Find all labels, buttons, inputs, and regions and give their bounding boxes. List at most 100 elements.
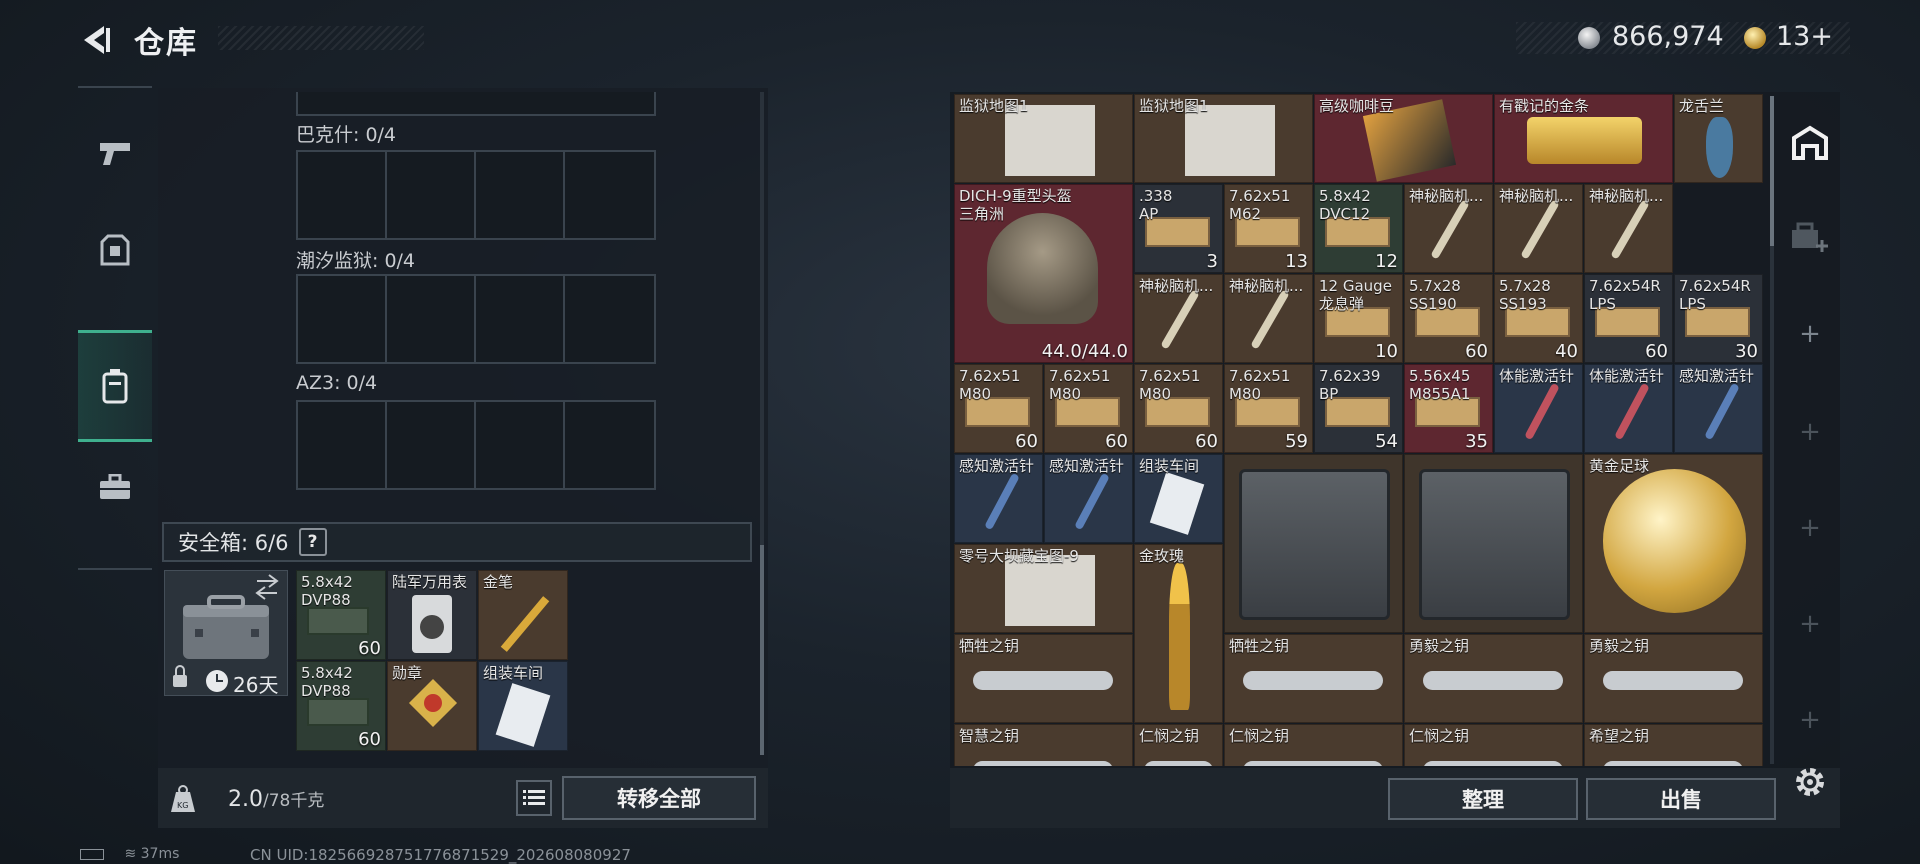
back-button[interactable] (78, 22, 112, 58)
item-name: 5.8x42 DVP88 (301, 664, 353, 700)
stash-item-cell[interactable]: DICH-9重型头盔 三角洲 44.0/44.0 (954, 184, 1133, 363)
stash-item-cell[interactable]: 组装车间 (1134, 454, 1223, 543)
inventory-cell[interactable]: 5.8x42 DVP88 60 (296, 570, 386, 660)
item-name: 7.62x51 M80 (1229, 367, 1291, 403)
stash-item-cell[interactable]: 仁悯之钥 (1134, 724, 1223, 766)
help-button[interactable]: ? (298, 528, 327, 556)
stash-item-cell[interactable]: 有戳记的金条 (1494, 94, 1673, 183)
stash-item-cell[interactable]: 12 Gauge 龙息弹 10 (1314, 274, 1403, 363)
premium-currency-icon (1744, 27, 1766, 49)
inventory-cell[interactable]: 陆军万用表 (387, 570, 477, 660)
stash-item-cell[interactable]: 神秘脑机... (1584, 184, 1673, 273)
page-title: 仓库 (134, 26, 198, 61)
stash-item-cell[interactable]: 体能激活针 (1494, 364, 1583, 453)
inventory-cell[interactable]: 5.8x42 DVP88 60 (296, 661, 386, 751)
coin-icon (1578, 27, 1600, 49)
stash-item-cell[interactable]: .338 AP 3 (1134, 184, 1223, 273)
item-name: 勋章 (392, 664, 423, 682)
brain-implant-image (1520, 199, 1560, 260)
scrollbar-thumb[interactable] (760, 545, 764, 755)
stash-item-cell[interactable]: 7.62x51 M62 13 (1224, 184, 1313, 273)
stash-item-cell[interactable]: 仁悯之钥 (1404, 724, 1583, 766)
stash-item-cell[interactable]: 神秘脑机... (1494, 184, 1583, 273)
stash-item-cell[interactable]: 牺牲之钥 (954, 634, 1133, 723)
item-name: 7.62x54R LPS (1679, 277, 1751, 313)
helmet-image (987, 213, 1099, 324)
transfer-all-button[interactable]: 转移全部 (562, 776, 756, 820)
stash-item-cell[interactable]: 5.7x28 SS193 40 (1494, 274, 1583, 363)
settings-button[interactable] (1790, 762, 1830, 802)
slot-grid-tide-prison[interactable] (296, 274, 656, 364)
stash-item-cell[interactable]: 金玫瑰 (1134, 544, 1223, 723)
stash-item-cell[interactable]: 监狱地图1 (954, 94, 1133, 183)
stash-item-cell[interactable]: 5.8x42 DVC12 12 (1314, 184, 1403, 273)
plus-icon[interactable]: + (1784, 694, 1836, 746)
stash-item-cell[interactable]: 7.62x39 BP 54 (1314, 364, 1403, 453)
safe-timer: 26天 (233, 673, 279, 697)
inventory-cell[interactable]: 勋章 (387, 661, 477, 751)
stash-item-cell[interactable]: 体能激活针 (1584, 364, 1673, 453)
stash-item-cell[interactable]: 5.7x28 SS190 60 (1404, 274, 1493, 363)
sort-button[interactable]: 整理 (1388, 778, 1578, 820)
item-name: 牺牲之钥 (1229, 637, 1290, 655)
plus-icon[interactable]: + (1784, 598, 1836, 650)
stash-page-1[interactable] (1784, 116, 1836, 168)
list-view-button[interactable] (516, 780, 552, 816)
stash-item-cell[interactable]: 7.62x51 M80 60 (1134, 364, 1223, 453)
user-uid: CN UID:1825669287517768715​29_2026080809… (250, 846, 631, 864)
stash-item-cell[interactable]: 感知激活针 (1044, 454, 1133, 543)
stash-item-cell[interactable]: 勇毅之钥 (1404, 634, 1583, 723)
stash-item-cell[interactable]: 监狱地图1 (1134, 94, 1313, 183)
plus-icon[interactable]: + (1784, 502, 1836, 554)
stash-item-cell[interactable]: 智慧之钥 (954, 724, 1133, 766)
sell-button[interactable]: 出售 (1586, 778, 1776, 820)
slot-grid-bakesh[interactable] (296, 150, 656, 240)
stash-item-cell[interactable]: 零号大坝藏宝图-9 (954, 544, 1133, 633)
brain-implant-image (1610, 199, 1650, 260)
add-stash-page[interactable] (1784, 212, 1836, 264)
gold-bar-image (1527, 117, 1642, 164)
premium-currency-amount[interactable]: 13+ (1776, 21, 1833, 52)
stash-scrollbar-thumb[interactable] (1770, 96, 1774, 246)
tab-weapons[interactable] (78, 98, 152, 208)
stash-item-cell[interactable]: 5.56x45 M855A1 35 (1404, 364, 1493, 453)
tab-armor[interactable] (78, 196, 152, 306)
stash-item-cell[interactable]: 希望之钥 (1584, 724, 1763, 766)
plus-icon[interactable]: + (1784, 406, 1836, 458)
slot-grid-az3[interactable] (296, 400, 656, 490)
stash-item-cell[interactable]: 勇毅之钥 (1584, 634, 1763, 723)
gold-rose-image (1168, 563, 1191, 710)
item-name: 感知激活针 (959, 457, 1035, 475)
stash-item-cell[interactable]: 神秘脑机... (1134, 274, 1223, 363)
stash-item-cell[interactable]: 神秘脑机... (1404, 184, 1493, 273)
stash-item-cell[interactable]: 7.62x54R LPS 60 (1584, 274, 1673, 363)
stash-item-cell[interactable]: 仁悯之钥 (1224, 724, 1403, 766)
map-image (1005, 555, 1095, 626)
stash-item-cell[interactable] (1404, 454, 1583, 633)
stash-item-cell[interactable]: 高级咖啡豆 (1314, 94, 1493, 183)
stash-item-cell[interactable]: 牺牲之钥 (1224, 634, 1403, 723)
stash-item-cell[interactable]: 龙舌兰 (1674, 94, 1763, 183)
plus-icon[interactable]: + (1784, 308, 1836, 360)
stash-item-cell[interactable]: 7.62x51 M80 60 (1044, 364, 1133, 453)
stash-item-cell[interactable]: 黄金足球 (1584, 454, 1763, 633)
inventory-cell[interactable]: 组装车间 (478, 661, 568, 751)
item-quantity: 60 (1015, 431, 1038, 452)
syringe-image (1073, 472, 1110, 531)
tab-briefcase[interactable] (78, 432, 152, 542)
safe-case[interactable]: 26天 (164, 570, 288, 697)
tab-container[interactable] (78, 330, 152, 442)
item-name: 勇毅之钥 (1409, 637, 1470, 655)
stash-item-cell[interactable]: 感知激活针 (1674, 364, 1763, 453)
item-name: 5.7x28 SS190 (1409, 277, 1461, 313)
stash-item-cell[interactable]: 7.62x54R LPS 30 (1674, 274, 1763, 363)
item-name: 仁悯之钥 (1229, 727, 1290, 745)
stash-item-cell[interactable]: 神秘脑机... (1224, 274, 1313, 363)
stash-item-cell[interactable] (1224, 454, 1403, 633)
stash-item-cell[interactable]: 感知激活针 (954, 454, 1043, 543)
item-name: 有戳记的金条 (1499, 97, 1590, 115)
stash-item-cell[interactable]: 7.62x51 M80 60 (954, 364, 1043, 453)
inventory-cell[interactable]: 金笔 (478, 570, 568, 660)
medal-center (424, 694, 442, 712)
stash-item-cell[interactable]: 7.62x51 M80 59 (1224, 364, 1313, 453)
